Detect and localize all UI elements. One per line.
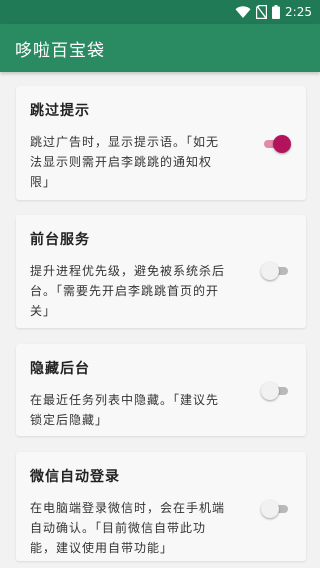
- setting-description-line: 台。「需要先开启李跳跳首页的开: [30, 284, 220, 298]
- setting-title: 微信自动登录: [30, 469, 120, 485]
- setting-description-line: 限」: [30, 175, 57, 189]
- setting-description-line: 在最近任务列表中隐藏。「建议先: [30, 393, 220, 407]
- setting-description-line: 跳过广告时，显示提示语。「如无: [30, 135, 220, 149]
- setting-title: 跳过提示: [30, 103, 90, 119]
- setting-description-line: 锁定后隐藏」: [30, 413, 109, 427]
- battery-icon: [272, 5, 281, 19]
- switch-thumb: [261, 500, 279, 518]
- setting-description: 提升进程优先级，避免被系统杀后 台。「需要先开启李跳跳首页的开 关」: [30, 261, 236, 321]
- setting-description-line: 在电脑端登录微信时，会在手机端: [30, 501, 226, 515]
- foreground-service-switch[interactable]: [261, 261, 290, 281]
- setting-card-wechat-auto-login: 微信自动登录 在电脑端登录微信时，会在手机端 自动确认。「目前微信自带此功 能，…: [16, 452, 306, 561]
- switch-thumb: [261, 382, 279, 400]
- switch-thumb: [273, 135, 291, 153]
- app-bar: 哆啦百宝袋: [0, 24, 320, 72]
- setting-description-line: 能，建议使用自带功能」: [30, 541, 174, 555]
- setting-description-line: 关」: [30, 304, 57, 318]
- setting-description: 在电脑端登录微信时，会在手机端 自动确认。「目前微信自带此功 能，建议使用自带功…: [30, 498, 236, 558]
- setting-card-hide-recents: 隐藏后台 在最近任务列表中隐藏。「建议先 锁定后隐藏」: [16, 344, 306, 436]
- wifi-icon: [235, 6, 251, 18]
- page-title: 哆啦百宝袋: [15, 40, 105, 61]
- setting-title: 前台服务: [30, 232, 90, 248]
- status-bar: 2:25: [0, 0, 320, 24]
- switch-thumb: [261, 262, 279, 280]
- setting-title: 隐藏后台: [30, 361, 90, 377]
- no-sim-icon: [256, 5, 268, 19]
- setting-description-line: 法显示则需开启李跳跳的通知权: [30, 155, 213, 169]
- hide-recents-switch[interactable]: [261, 381, 290, 401]
- setting-description: 在最近任务列表中隐藏。「建议先 锁定后隐藏」: [30, 390, 236, 430]
- setting-card-skip-tip: 跳过提示 跳过广告时，显示提示语。「如无 法显示则需开启李跳跳的通知权 限」: [16, 86, 306, 200]
- setting-description-line: 自动确认。「目前微信自带此功: [30, 521, 207, 535]
- skip-tip-switch[interactable]: [262, 134, 291, 154]
- setting-description-line: 提升进程优先级，避免被系统杀后: [30, 264, 226, 278]
- wechat-auto-login-switch[interactable]: [261, 499, 290, 519]
- setting-description: 跳过广告时，显示提示语。「如无 法显示则需开启李跳跳的通知权 限」: [30, 132, 236, 192]
- status-time: 2:25: [285, 5, 312, 19]
- setting-card-foreground-service: 前台服务 提升进程优先级，避免被系统杀后 台。「需要先开启李跳跳首页的开 关」: [16, 215, 306, 328]
